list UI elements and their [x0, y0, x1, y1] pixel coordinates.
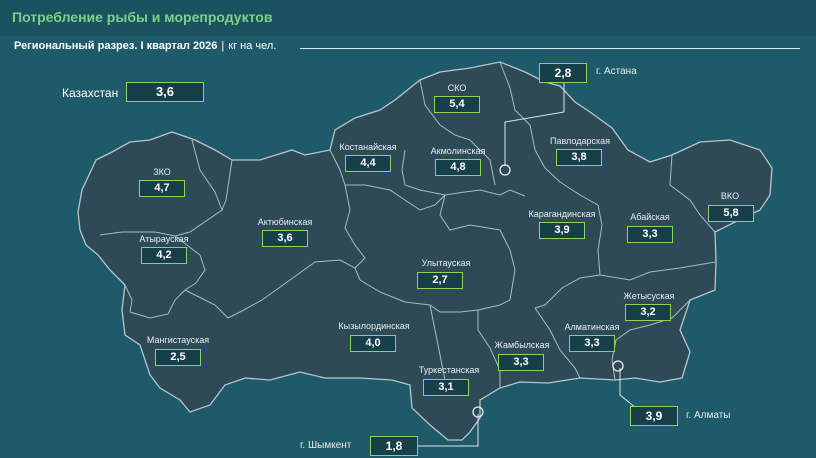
region-value-kostanay: 4,4 — [345, 155, 391, 172]
region-label-zhetysu: Жетысуская — [623, 291, 675, 301]
region-value-zko: 4,7 — [139, 180, 185, 197]
region-label-mangystau: Мангистауская — [146, 335, 210, 345]
region-label-aktobe: Актюбинская — [257, 217, 313, 227]
city-label-shymkent: г. Шымкент — [300, 440, 352, 451]
city-value-almaty: 3,9 — [630, 406, 678, 426]
region-value-aktobe: 3,6 — [262, 230, 308, 247]
city-value-astana: 2,8 — [539, 63, 587, 83]
country-value: 3,6 — [126, 82, 204, 102]
region-label-kyzylorda: Кызылординская — [338, 321, 410, 331]
region-label-sko: СКО — [447, 83, 467, 93]
region-label-zko: ЗКО — [153, 167, 171, 177]
region-label-vko: ВКО — [720, 191, 740, 201]
region-value-akmola: 4,8 — [435, 159, 481, 176]
city-label-astana: г. Астана — [596, 66, 637, 77]
region-label-pavlodar: Павлодарская — [550, 136, 610, 146]
region-value-karaganda: 3,9 — [539, 222, 585, 239]
region-label-ulytau: Улытауская — [421, 258, 471, 268]
kazakhstan-map — [77, 61, 773, 447]
region-value-pavlodar: 3,8 — [556, 149, 602, 166]
country-label: Казахстан — [62, 86, 119, 100]
region-label-zhambyl: Жамбылская — [494, 340, 550, 350]
region-value-ulytau: 2,7 — [417, 272, 463, 289]
region-value-turkestan: 3,1 — [423, 379, 469, 396]
region-value-almaty-region: 3,3 — [569, 335, 615, 352]
region-value-atyrau: 4,2 — [141, 247, 187, 264]
city-label-almaty: г. Алматы — [686, 410, 731, 421]
region-label-almaty-region: Алматинская — [564, 322, 620, 332]
region-value-sko: 5,4 — [434, 96, 480, 113]
region-label-akmola: Акмолинская — [430, 146, 486, 156]
region-value-zhetysu: 3,2 — [625, 304, 671, 321]
region-value-kyzylorda: 4,0 — [350, 335, 396, 352]
region-label-atyrau: Атырауская — [139, 234, 189, 244]
city-value-shymkent: 1,8 — [370, 436, 418, 456]
region-label-abay: Абайская — [630, 212, 670, 222]
region-value-mangystau: 2,5 — [155, 349, 201, 366]
region-value-abay: 3,3 — [627, 226, 673, 243]
region-value-vko: 5,8 — [708, 205, 754, 222]
region-label-karaganda: Карагандинская — [528, 209, 596, 219]
region-value-zhambyl: 3,3 — [498, 354, 544, 371]
region-label-turkestan: Туркестанская — [418, 365, 480, 375]
region-label-kostanay: Костанайская — [339, 142, 397, 152]
